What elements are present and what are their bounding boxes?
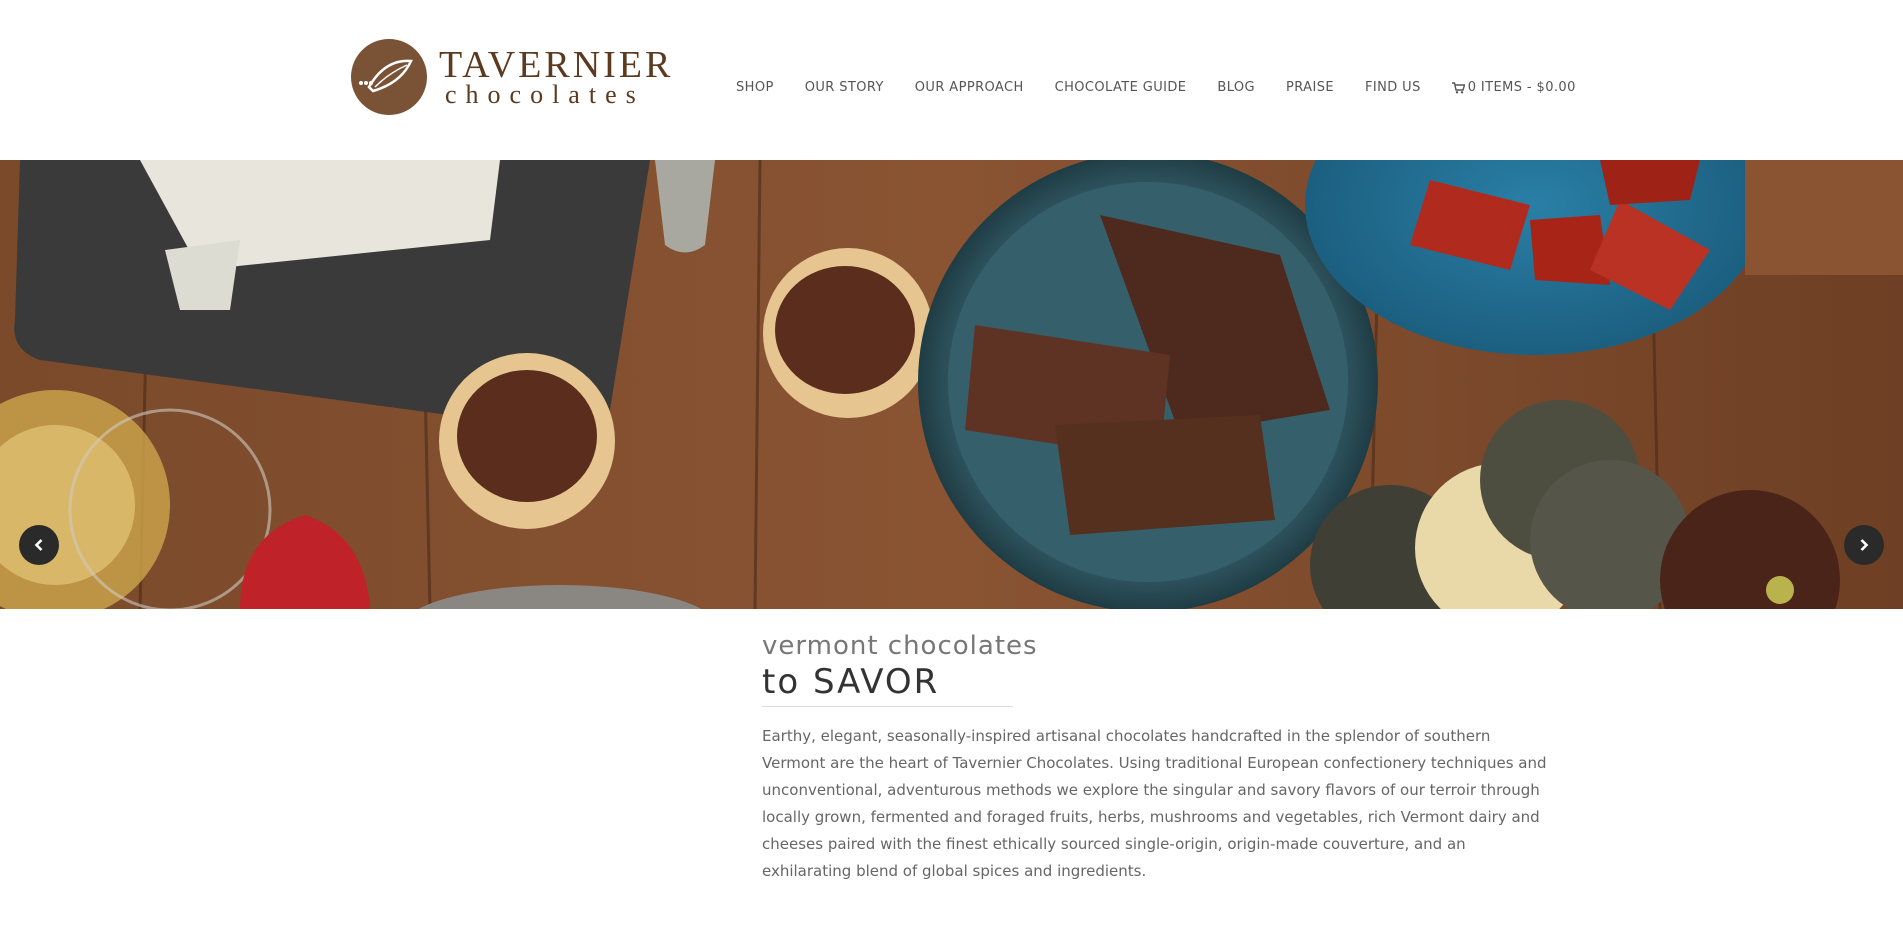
logo-link[interactable]: TAVERNIER chocolates bbox=[351, 39, 673, 115]
cart-summary: 0 ITEMS - $0.00 bbox=[1467, 80, 1576, 95]
nav-find-us[interactable]: FIND US bbox=[1365, 80, 1421, 95]
slider-prev-button[interactable] bbox=[19, 525, 59, 565]
chevron-right-icon bbox=[1860, 539, 1869, 551]
nav-shop[interactable]: SHOP bbox=[736, 80, 774, 95]
nav-our-approach[interactable]: OUR APPROACH bbox=[915, 80, 1024, 95]
brand-subtitle: chocolates bbox=[445, 80, 645, 109]
intro-body-text: Earthy, elegant, seasonally-inspired art… bbox=[762, 727, 1547, 880]
nav-blog[interactable]: BLOG bbox=[1217, 80, 1255, 95]
slider-next-button[interactable] bbox=[1844, 525, 1884, 565]
hero-slider bbox=[0, 160, 1903, 609]
cacao-logo-icon bbox=[351, 39, 427, 115]
cart-link[interactable]: 0 ITEMS - $0.00 bbox=[1451, 80, 1576, 95]
title-divider bbox=[762, 706, 1013, 707]
intro-section: vermont chocolates to SAVOR Earthy, eleg… bbox=[762, 630, 1557, 900]
intro-subtitle: vermont chocolates bbox=[762, 631, 1038, 661]
hero-image bbox=[0, 160, 1903, 609]
main-nav: SHOP OUR STORY OUR APPROACH CHOCOLATE GU… bbox=[736, 80, 1576, 95]
nav-chocolate-guide[interactable]: CHOCOLATE GUIDE bbox=[1055, 80, 1187, 95]
intro-title: to SAVOR bbox=[762, 662, 940, 702]
nav-our-story[interactable]: OUR STORY bbox=[805, 80, 884, 95]
nav-praise[interactable]: PRAISE bbox=[1286, 80, 1334, 95]
brand-name: TAVERNIER bbox=[439, 44, 674, 86]
site-header: TAVERNIER chocolates SHOP OUR STORY OUR … bbox=[0, 0, 1903, 160]
shopping-cart-icon bbox=[1451, 81, 1465, 93]
chevron-left-icon bbox=[34, 539, 43, 551]
